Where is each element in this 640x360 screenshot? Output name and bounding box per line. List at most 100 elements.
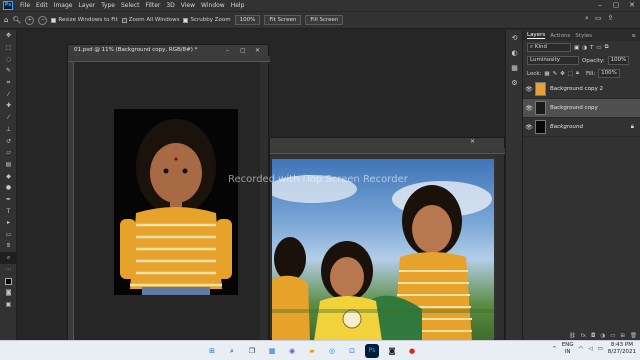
history-brush-icon[interactable]: ↺ [0, 135, 17, 147]
fill-field[interactable]: 100% [598, 69, 620, 78]
filter-smart-icon[interactable]: ⧉ [605, 44, 609, 51]
lock-paint-icon[interactable]: ✎ [553, 71, 558, 77]
task-view-icon[interactable]: ❐ [245, 344, 259, 358]
quick-select-tool-icon[interactable]: ✎ [0, 65, 17, 77]
screen-mode-icon[interactable]: ▣ [0, 299, 17, 311]
camera-icon[interactable]: ◙ [385, 344, 399, 358]
gradient-tool-icon[interactable]: ▤ [0, 159, 17, 171]
menu-select[interactable]: Select [118, 2, 143, 9]
widgets-icon[interactable]: ▦ [265, 344, 279, 358]
vertical-scrollbar-2[interactable] [496, 154, 504, 341]
layer-row-background-copy[interactable]: 👁︎ Background copy [523, 99, 640, 118]
filter-shape-icon[interactable]: ▭ [596, 45, 601, 51]
menu-edit[interactable]: Edit [33, 2, 51, 9]
doc-maximize-button[interactable]: ▢ [240, 45, 246, 56]
lock-all-icon[interactable]: 🔒︎ [576, 70, 579, 77]
workspace-icon[interactable]: ▭ [595, 14, 602, 23]
visibility-eye-icon[interactable]: 👁︎ [523, 105, 535, 112]
edge-icon[interactable]: ◎ [325, 344, 339, 358]
visibility-eye-icon[interactable]: 👁︎ [523, 86, 535, 93]
properties-panel-icon[interactable]: ⚙ [506, 75, 523, 90]
layer-style-icon[interactable]: fx [581, 333, 586, 339]
eyedropper-tool-icon[interactable]: ⁄ [0, 88, 17, 100]
eraser-tool-icon[interactable]: ▱ [0, 147, 17, 159]
kind-filter-select[interactable]: ⌕ Kind [527, 43, 571, 52]
wifi-icon[interactable]: ◠ [579, 346, 584, 352]
menu-view[interactable]: View [178, 2, 198, 9]
color-swatches-icon[interactable] [0, 275, 17, 287]
search-icon[interactable]: ⌕ [585, 14, 589, 23]
menu-help[interactable]: Help [228, 2, 248, 9]
add-mask-icon[interactable]: ◘ [591, 333, 595, 339]
more-tools-icon[interactable]: ⋯ [0, 264, 17, 276]
swatches-panel-icon[interactable]: ▦ [506, 60, 523, 75]
tab-layers[interactable]: Layers [527, 32, 546, 39]
scrubby-zoom-checkbox[interactable]: Scrubby Zoom [183, 17, 231, 23]
hand-tool-icon[interactable]: ✋︎ [0, 240, 17, 252]
document-canvas[interactable] [74, 62, 262, 341]
recorder-icon[interactable]: ● [405, 344, 419, 358]
clone-stamp-icon[interactable]: ⊥ [0, 124, 17, 136]
menu-filter[interactable]: Filter [143, 2, 164, 9]
layer-row-background[interactable]: 👁︎ Background 🔒︎ [523, 118, 640, 137]
home-icon[interactable]: ⌂ [4, 16, 8, 24]
share-icon[interactable]: ⇪ [608, 14, 614, 23]
menu-type[interactable]: Type [98, 2, 118, 9]
zoom-all-windows-checkbox[interactable]: Zoom All Windows [121, 17, 179, 23]
adjustment-layer-icon[interactable]: ◑ [600, 333, 605, 339]
volume-icon[interactable]: ◁ [588, 346, 592, 352]
delete-layer-icon[interactable]: 🗑︎ [630, 333, 637, 339]
blur-tool-icon[interactable]: ◆ [0, 170, 17, 182]
doc2-close-button[interactable]: ✕ [470, 138, 475, 145]
crop-tool-icon[interactable]: ⌗ [0, 77, 17, 89]
menu-window[interactable]: Window [198, 2, 228, 9]
document-title-bar[interactable]: 01.psd @ 11% (Background copy, RGB/8#) *… [68, 45, 268, 56]
layer-row-background-copy-2[interactable]: 👁︎ Background copy 2 [523, 80, 640, 99]
photoshop-taskbar-icon[interactable]: Ps [365, 344, 379, 358]
lasso-tool-icon[interactable]: ◌ [0, 53, 17, 65]
type-tool-icon[interactable]: T [0, 205, 17, 217]
new-group-icon[interactable]: ▭ [610, 333, 615, 339]
history-panel-icon[interactable]: ⟲ [506, 30, 523, 45]
pen-tool-icon[interactable]: ✒ [0, 194, 17, 206]
brush-tool-icon[interactable]: ⁄ [0, 112, 17, 124]
menu-layer[interactable]: Layer [75, 2, 98, 9]
lock-artboard-icon[interactable]: ⬚ [568, 71, 573, 77]
search-icon[interactable]: ⌕ [225, 344, 239, 358]
color-panel-icon[interactable]: ◐ [506, 45, 523, 60]
zoom-out-icon[interactable]: − [38, 15, 48, 25]
path-select-icon[interactable]: ▸ [0, 217, 17, 229]
zoom-tool-icon[interactable]: ⌕ [0, 252, 17, 264]
visibility-eye-icon[interactable]: 👁︎ [523, 124, 535, 131]
blend-mode-select[interactable]: Luminosity [527, 56, 579, 65]
teams-chat-icon[interactable]: ◉ [285, 344, 299, 358]
zoom-in-icon[interactable]: + [25, 15, 35, 25]
shape-tool-icon[interactable]: ▭ [0, 229, 17, 241]
file-explorer-icon[interactable]: ▰ [305, 344, 319, 358]
vertical-scrollbar[interactable] [260, 62, 268, 341]
artboard-tool-icon[interactable]: ⬚ [0, 42, 17, 54]
children-photo-outdoor[interactable] [272, 159, 494, 341]
clock[interactable]: 8:43 PM 8/27/2021 [608, 342, 636, 356]
lock-position-icon[interactable]: ✥ [560, 71, 565, 77]
quick-mask-icon[interactable]: ◙ [0, 287, 17, 299]
tab-styles[interactable]: Styles [575, 33, 592, 39]
fill-screen-button[interactable]: Fill Screen [305, 15, 344, 25]
healing-brush-icon[interactable]: ✚ [0, 100, 17, 112]
doc-minimize-button[interactable]: – [226, 45, 229, 56]
maximize-button[interactable]: ▢ [608, 0, 624, 11]
start-icon[interactable]: ⊞ [205, 344, 219, 358]
filter-pixel-icon[interactable]: ▣ [574, 45, 579, 51]
move-tool-icon[interactable]: ✥ [0, 30, 17, 42]
battery-icon[interactable]: ▭ [598, 346, 603, 352]
menu-file[interactable]: File [17, 2, 33, 9]
close-button[interactable]: ✕ [624, 0, 640, 11]
menu-image[interactable]: Image [51, 2, 76, 9]
filter-type-icon[interactable]: T [590, 45, 593, 51]
doc-close-button[interactable]: ✕ [255, 45, 260, 56]
zoom-100-button[interactable]: 100% [234, 15, 261, 25]
panel-menu-icon[interactable]: ≡ [631, 33, 636, 39]
new-layer-icon[interactable]: ⊞ [620, 333, 625, 339]
tab-actions[interactable]: Actions [550, 33, 570, 39]
minimize-button[interactable]: – [592, 0, 608, 11]
